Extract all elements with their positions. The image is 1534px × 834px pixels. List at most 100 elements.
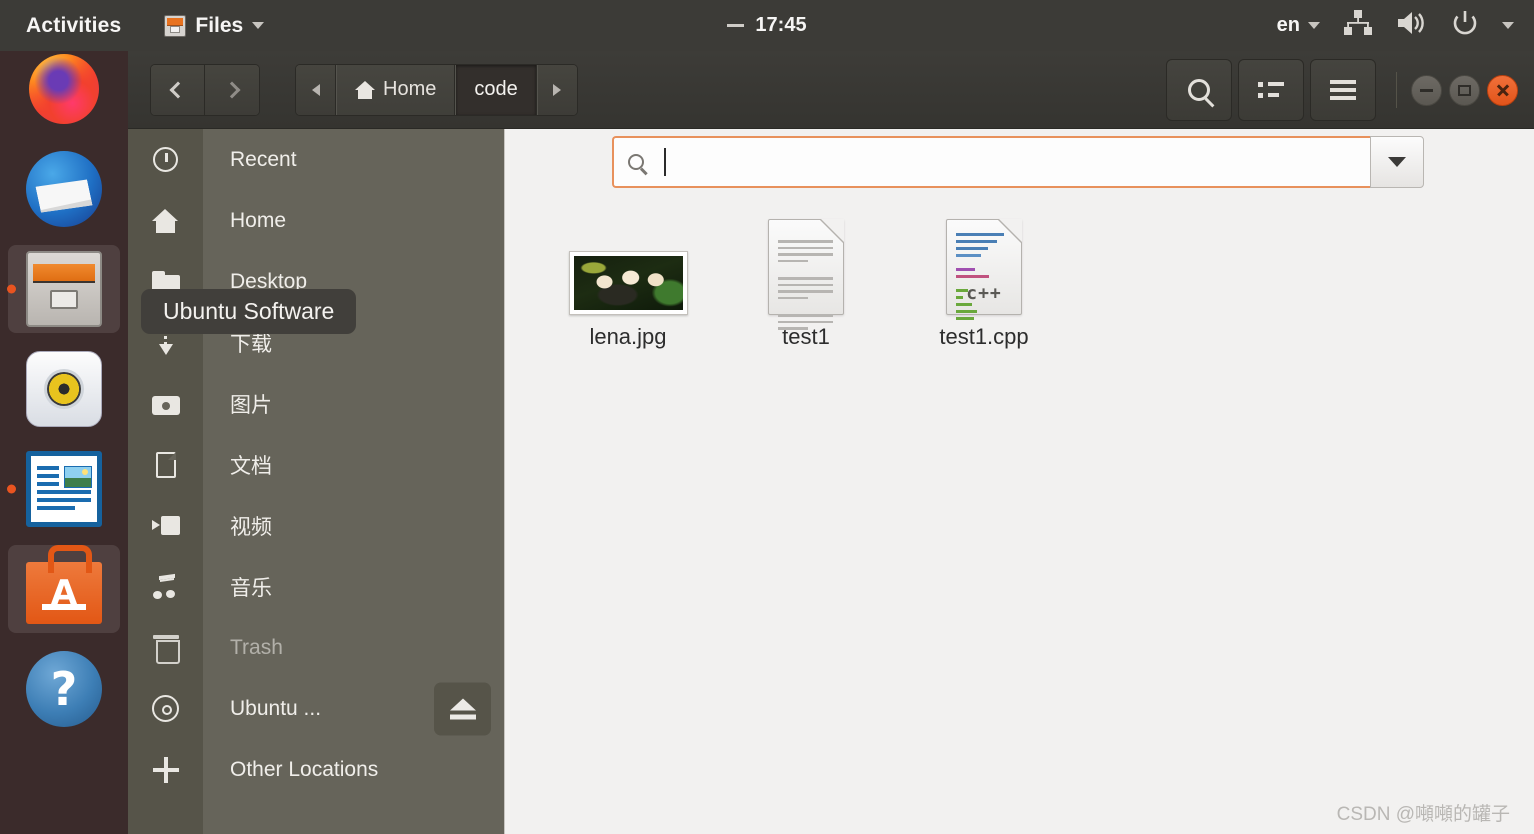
home-icon [128,208,203,233]
dock-item-files[interactable] [0,239,128,339]
sidebar-item-other-locations[interactable]: Other Locations [128,739,504,800]
files-window: Home code Recent Home Desktop 下载 图片 文档 视… [128,51,1534,834]
chevron-down-icon[interactable] [1502,22,1514,29]
file-label: lena.jpg [589,324,667,349]
search-toggle-button[interactable] [1166,59,1232,121]
ubuntu-software-icon: A [26,545,102,624]
file-thumbnail [768,211,844,330]
dock-item-ubuntu-software[interactable]: A [0,539,128,639]
search-input[interactable] [654,150,1370,174]
search-icon [1188,79,1210,101]
search-bar [612,136,1424,188]
chevron-down-icon [1308,22,1320,29]
image-thumbnail [568,251,688,315]
file-item-test1-cpp[interactable]: c++ test1.cpp [895,211,1073,350]
gnome-top-bar: Activities Files 17:45 en [0,0,1534,51]
breadcrumb-scroll-right[interactable] [536,64,577,115]
forward-button[interactable] [205,64,259,115]
chevron-left-icon [169,81,186,98]
view-mode-button[interactable] [1238,59,1304,121]
trash-icon [128,635,203,664]
sidebar-item-trash[interactable]: Trash [128,617,504,678]
app-menu-label: Files [195,13,244,37]
sidebar-item-pictures[interactable]: 图片 [128,373,504,434]
camera-icon [128,393,203,415]
network-wired-icon[interactable] [1343,9,1373,42]
dock-item-rhythmbox[interactable] [0,339,128,439]
close-button[interactable] [1487,74,1518,106]
files-header-bar: Home code [128,51,1534,129]
dock-item-libreoffice-writer[interactable] [0,439,128,539]
unity-launcher-dock: A ? [0,51,128,834]
clock-label[interactable]: 17:45 [755,14,806,37]
activities-button[interactable]: Activities [26,14,121,38]
navigation-buttons [150,63,260,116]
running-indicator-dot [7,484,16,494]
back-button[interactable] [151,64,205,115]
dock-item-help[interactable]: ? [0,639,128,739]
power-icon[interactable] [1451,9,1479,42]
firefox-icon [29,54,99,124]
breadcrumb-item-code[interactable]: code [455,64,537,115]
maximize-button[interactable] [1449,74,1480,106]
cpp-badge-label: c++ [966,283,1002,304]
eject-button[interactable] [434,682,491,735]
watermark: CSDN @噸噸的罐子 [1336,804,1510,825]
system-tray: en [1277,9,1514,42]
file-item-test1[interactable]: test1 [717,211,895,350]
chevron-down-icon [252,22,265,29]
toolbar-separator [1396,72,1397,108]
sidebar-item-label: Home [230,208,287,232]
triangle-right-icon [553,83,562,96]
clock-icon [128,147,203,172]
ubuntu-desktop: Activities Files 17:45 en A ? Home code … [0,0,1534,834]
main-menu-button[interactable] [1310,59,1376,121]
rhythmbox-icon [26,351,102,427]
sidebar-item-label: 文档 [230,454,272,478]
file-thumbnail [568,211,688,315]
dock-item-firefox[interactable] [0,53,128,139]
sidebar-item-ubuntu-disc[interactable]: Ubuntu ... [128,678,504,739]
sidebar-item-label: 视频 [230,515,272,539]
sidebar-item-label: Ubuntu ... [230,696,322,720]
files-icon [26,251,102,327]
header-right-tools [1160,51,1534,129]
search-dropdown-button[interactable] [1370,136,1424,188]
sidebar-item-label: Recent [230,147,297,171]
window-controls [1411,74,1518,106]
text-document-icon [768,219,844,330]
minimize-button[interactable] [1411,74,1442,106]
sidebar-item-documents[interactable]: 文档 [128,434,504,495]
search-icon [628,154,644,170]
language-indicator[interactable]: en [1277,14,1320,37]
files-app-icon [164,14,187,37]
breadcrumb-label: code [474,78,518,100]
breadcrumb-item-home[interactable]: Home [336,64,456,115]
libreoffice-writer-icon [26,451,102,527]
language-label: en [1276,14,1300,36]
app-menu-files[interactable]: Files [164,13,265,38]
breadcrumb-label: Home [383,78,437,100]
file-item-lena[interactable]: lena.jpg [539,211,717,350]
thunderbird-icon [26,151,102,227]
disc-icon [128,695,203,722]
files-body: Recent Home Desktop 下载 图片 文档 视频 音乐 Trash… [128,129,1534,834]
sidebar-item-label: 音乐 [230,576,272,600]
search-field[interactable] [612,136,1370,188]
hamburger-menu-icon [1330,80,1356,100]
eject-icon [449,698,476,710]
close-icon [1496,83,1510,97]
breadcrumb: Home code [295,63,578,116]
breadcrumb-scroll-left[interactable] [296,64,336,115]
sidebar-item-videos[interactable]: 视频 [128,495,504,556]
video-icon [128,516,203,535]
chevron-right-icon [223,81,241,98]
sidebar-item-music[interactable]: 音乐 [128,556,504,617]
running-indicator-dot [7,284,16,294]
document-icon [128,451,203,478]
dock-item-thunderbird[interactable] [0,139,128,239]
plus-icon [128,756,203,783]
sidebar-item-recent[interactable]: Recent [128,129,504,190]
volume-icon[interactable] [1396,9,1428,42]
sidebar-item-home[interactable]: Home [128,190,504,251]
